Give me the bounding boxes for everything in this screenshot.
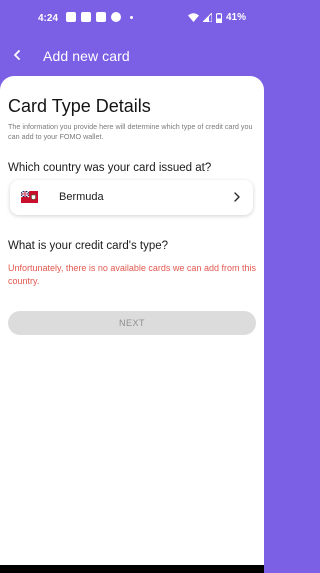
card-type-question: What is your credit card's type?	[8, 240, 169, 252]
notification-icons	[66, 12, 133, 22]
chevron-right-icon	[234, 192, 240, 202]
status-bar: 4:24 41%	[0, 0, 264, 36]
signal-icon	[202, 13, 212, 22]
discord-icon	[66, 12, 76, 22]
wifi-icon	[187, 13, 199, 22]
battery-icon	[215, 12, 222, 23]
back-button[interactable]	[6, 44, 28, 66]
app-bar-title: Add new card	[43, 48, 130, 64]
status-time: 4:24	[38, 13, 59, 24]
error-message: Unfortunately, there is no available car…	[8, 263, 256, 286]
page-description: The information you provide here will de…	[8, 122, 253, 141]
country-name: Bermuda	[59, 191, 104, 203]
cc-icon	[96, 12, 106, 22]
country-selector[interactable]: Bermuda	[10, 180, 253, 215]
dot-icon	[130, 15, 133, 19]
chevron-left-icon	[14, 50, 20, 60]
discord-icon	[81, 12, 91, 22]
facebook-icon	[111, 12, 121, 22]
app-bar: Add new card	[0, 36, 264, 78]
country-question: Which country was your card issued at?	[8, 162, 212, 174]
card-type-sheet: Card Type Details The information you pr…	[0, 76, 264, 565]
navigation-bar	[0, 565, 264, 573]
page-title: Card Type Details	[8, 96, 151, 116]
status-right: 41%	[187, 12, 246, 23]
battery-percent: 41%	[225, 12, 246, 23]
bermuda-flag-icon	[21, 191, 38, 203]
next-button[interactable]: NEXT	[8, 311, 256, 335]
